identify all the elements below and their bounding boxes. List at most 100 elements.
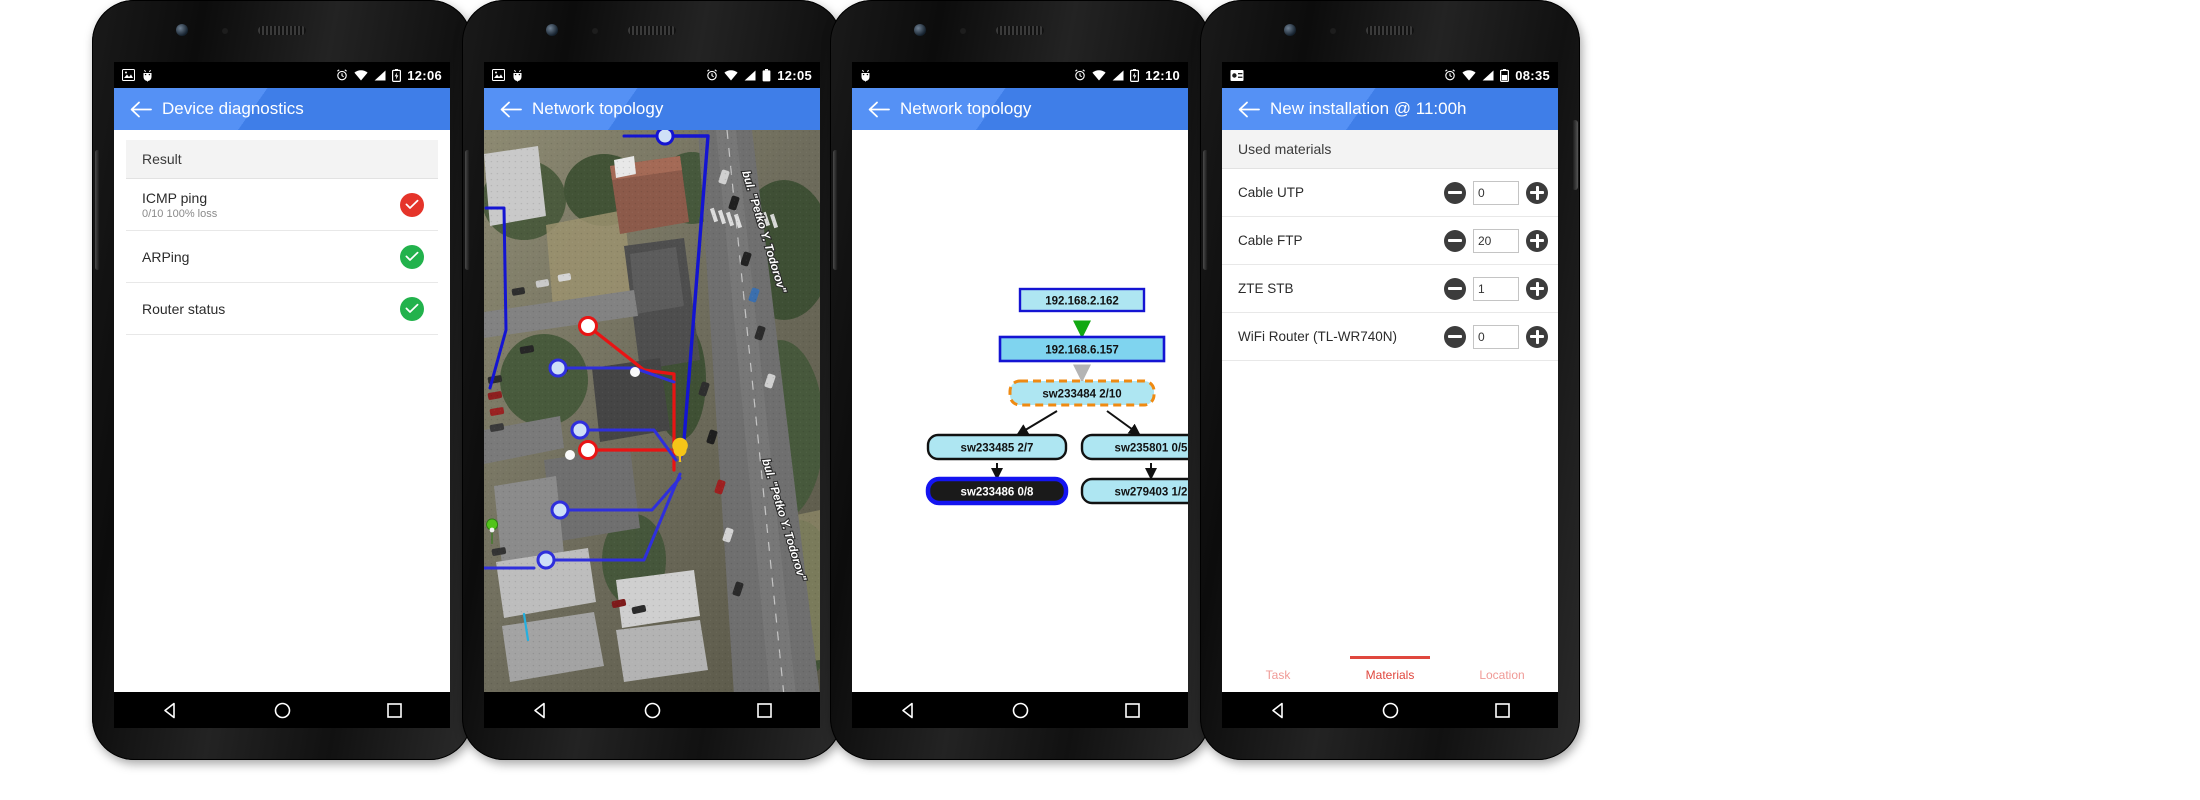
nav-home-button[interactable] — [1011, 701, 1030, 720]
nav-recents-button[interactable] — [755, 701, 774, 720]
nav-recents-button[interactable] — [1493, 701, 1512, 720]
row-subtitle: 0/10 100% loss — [142, 207, 218, 220]
signal-icon — [1482, 70, 1494, 81]
topology-content[interactable]: 192.168.2.162 192.168.6.157 sw233484 2/1… — [852, 130, 1188, 692]
wifi-icon — [724, 69, 738, 81]
tab-task[interactable]: Task — [1222, 668, 1334, 682]
material-row: ZTE STB 1 — [1222, 265, 1558, 313]
increment-button[interactable] — [1526, 277, 1548, 300]
topology-node[interactable]: 192.168.6.157 — [998, 335, 1166, 363]
nav-recents-button[interactable] — [385, 701, 404, 720]
status-badge-fail-icon — [400, 192, 424, 217]
table-row[interactable]: Router status — [126, 283, 438, 335]
screen-new-installation: 08:35 New installation @ 11:00h Used mat… — [1222, 62, 1558, 692]
status-badge-ok-icon — [400, 244, 424, 269]
quantity-input[interactable]: 0 — [1473, 180, 1519, 205]
topology-node-root[interactable]: 192.168.2.162 — [1018, 287, 1146, 313]
status-clock: 12:06 — [407, 67, 442, 83]
back-arrow-icon[interactable] — [494, 101, 528, 118]
nav-home-button[interactable] — [273, 701, 292, 720]
phone-device-diagnostics: 12:06 Device diagnostics Result ICMP pin… — [92, 0, 472, 760]
map-canvas[interactable]: bul. "Petko Y. Todorov" bul. "Petko Y. T… — [484, 130, 820, 692]
alarm-icon — [1074, 69, 1086, 81]
nav-back-button[interactable] — [899, 701, 918, 720]
edge-n3-n5 — [1106, 410, 1141, 436]
svg-text:sw235801 0/5: sw235801 0/5 — [1115, 443, 1188, 455]
proximity-sensor — [592, 28, 598, 34]
quantity-stepper: 0 — [1444, 180, 1548, 205]
decrement-button[interactable] — [1444, 181, 1466, 204]
back-arrow-icon[interactable] — [124, 101, 158, 118]
screen-device-diagnostics: 12:06 Device diagnostics Result ICMP pin… — [114, 62, 450, 692]
quantity-input[interactable]: 20 — [1473, 228, 1519, 253]
phone-network-topology-map: 12:05 Network topology bul. "Petko Y. To… — [462, 0, 842, 760]
material-row: Cable FTP 20 — [1222, 217, 1558, 265]
status-clock: 12:10 — [1145, 67, 1180, 83]
nav-back-button[interactable] — [1269, 701, 1288, 720]
quantity-stepper: 0 — [1444, 324, 1548, 349]
decrement-button[interactable] — [1444, 229, 1466, 252]
topology-node[interactable]: sw233485 2/7 — [926, 433, 1068, 461]
quantity-stepper: 20 — [1444, 228, 1548, 253]
bottom-tab-bar: Task Materials Location — [1222, 654, 1558, 692]
battery-charging-icon — [392, 68, 402, 82]
quantity-input[interactable]: 0 — [1473, 324, 1519, 349]
row-title: ICMP ping — [142, 189, 208, 206]
proximity-sensor — [222, 28, 228, 34]
signal-icon — [1112, 70, 1124, 81]
status-bar: 12:05 — [484, 62, 820, 88]
nav-back-button[interactable] — [531, 701, 550, 720]
tab-location[interactable]: Location — [1446, 668, 1558, 682]
topology-node[interactable]: sw235801 0/5 — [1080, 433, 1188, 461]
topology-nodes: 192.168.2.162 192.168.6.157 sw233484 2/1… — [925, 287, 1188, 506]
screen-topology-graph: 12:10 Network topology 192.168.2.162 192… — [852, 62, 1188, 692]
list-header-result: Result — [126, 140, 438, 179]
topology-node-highlighted[interactable]: sw233486 0/8 — [925, 476, 1069, 506]
table-row[interactable]: ARPing — [126, 231, 438, 283]
android-nav-bar — [1222, 692, 1558, 728]
screen-network-map: 12:05 Network topology bul. "Petko Y. To… — [484, 62, 820, 692]
nav-recents-button[interactable] — [1123, 701, 1142, 720]
decrement-button[interactable] — [1444, 277, 1466, 300]
satellite-map[interactable]: bul. "Petko Y. Todorov" bul. "Petko Y. T… — [484, 130, 820, 692]
material-name: Cable FTP — [1238, 233, 1303, 248]
earpiece-speaker — [258, 26, 306, 35]
earpiece-speaker — [628, 26, 676, 35]
tab-materials[interactable]: Materials — [1334, 656, 1446, 682]
svg-text:sw233486 0/8: sw233486 0/8 — [961, 487, 1035, 499]
material-name: Cable UTP — [1238, 185, 1305, 200]
power-button — [1572, 120, 1578, 190]
quantity-input[interactable]: 1 — [1473, 276, 1519, 301]
phone-new-installation: 08:35 New installation @ 11:00h Used mat… — [1200, 0, 1580, 760]
android-debug-icon — [142, 69, 153, 82]
row-title: Router status — [142, 300, 226, 317]
nav-home-button[interactable] — [643, 701, 662, 720]
android-debug-icon — [512, 69, 523, 82]
table-row[interactable]: ICMP ping 0/10 100% loss — [126, 179, 438, 231]
image-icon — [492, 69, 505, 81]
row-title: ARPing — [142, 248, 190, 265]
decrement-button[interactable] — [1444, 325, 1466, 348]
nav-back-button[interactable] — [161, 701, 180, 720]
screenshot-stage: 12:06 Device diagnostics Result ICMP pin… — [0, 0, 2200, 800]
nav-home-button[interactable] — [1381, 701, 1400, 720]
topology-node-selected[interactable]: sw233484 2/10 — [1008, 379, 1156, 407]
status-bar: 12:06 — [114, 62, 450, 88]
wifi-icon — [1462, 69, 1476, 81]
volume-rocker — [833, 150, 838, 270]
proximity-sensor — [960, 28, 966, 34]
list-header-used-materials: Used materials — [1222, 130, 1558, 169]
battery-icon — [762, 68, 771, 82]
wifi-icon — [354, 69, 368, 81]
back-arrow-icon[interactable] — [862, 101, 896, 118]
increment-button[interactable] — [1526, 229, 1548, 252]
back-arrow-icon[interactable] — [1232, 101, 1266, 118]
increment-button[interactable] — [1526, 325, 1548, 348]
svg-text:192.168.2.162: 192.168.2.162 — [1045, 296, 1119, 308]
front-camera — [176, 24, 188, 36]
increment-button[interactable] — [1526, 181, 1548, 204]
topology-node[interactable]: sw279403 1/2 — [1080, 477, 1188, 505]
page-title: Device diagnostics — [162, 99, 304, 118]
phone-network-topology-graph: 12:10 Network topology 192.168.2.162 192… — [830, 0, 1210, 760]
topology-graph[interactable]: 192.168.2.162 192.168.6.157 sw233484 2/1… — [852, 130, 1188, 692]
